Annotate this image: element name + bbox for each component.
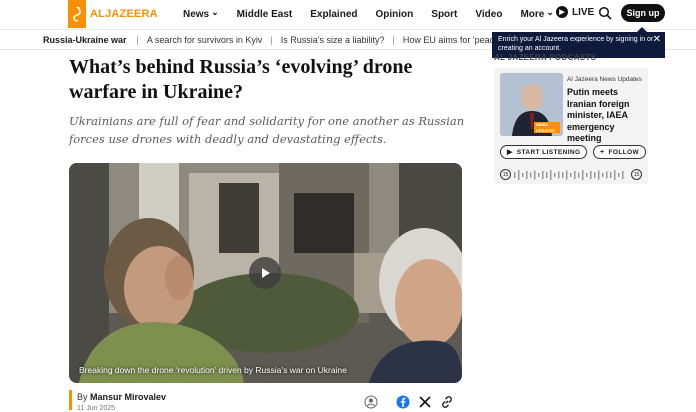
search-icon[interactable] (598, 6, 612, 20)
follow-button[interactable]: + FOLLOW (593, 145, 647, 159)
aljazeera-logo[interactable]: ALJAZEERA (68, 0, 160, 28)
start-listening-button[interactable]: ▶ START LISTENING (500, 145, 588, 159)
video-player[interactable]: Breaking down the drone ‘revolution’ dri… (69, 163, 462, 383)
top-navigation-bar: ALJAZEERA News Middle East Explained Opi… (0, 0, 696, 28)
x-twitter-icon[interactable] (418, 395, 432, 409)
article-subheading: Ukrainians are full of fear and solidari… (69, 114, 465, 146)
ticker-separator: | (392, 34, 395, 45)
video-caption: Breaking down the drone ‘revolution’ dri… (79, 365, 347, 375)
live-button[interactable]: ▶ LIVE (556, 6, 594, 18)
close-icon[interactable]: ✕ (653, 35, 661, 45)
play-icon: ▶ (556, 6, 568, 18)
nav-item-opinion[interactable]: Opinion (376, 9, 414, 20)
audio-waveform[interactable] (514, 169, 626, 181)
start-listening-label: START LISTENING (516, 148, 581, 156)
podcast-title[interactable]: Putin meets Iranian foreign minister, IA… (567, 87, 643, 145)
tooltip-text: Enrich your Al Jazeera experience by sig… (498, 36, 654, 52)
facebook-icon[interactable] (396, 395, 410, 409)
ticker-link[interactable]: A search for survivors in Kyiv (147, 35, 263, 45)
sign-up-button[interactable]: Sign up (621, 4, 665, 22)
publish-date: 11 Jun 2025 (77, 405, 116, 412)
byline-text: By Mansur Mirovalev (77, 392, 166, 402)
main-nav: News Middle East Explained Opinion Sport… (183, 0, 572, 28)
news-updates-badge: NEWS UPDATES (534, 122, 560, 133)
nav-item-news[interactable]: News (183, 9, 219, 20)
podcast-source: Al Jazeera News Updates (567, 76, 642, 83)
byline-accent-bar (69, 390, 72, 410)
live-label: LIVE (572, 6, 595, 18)
skip-back-button[interactable]: 15 (500, 169, 511, 180)
nav-item-video[interactable]: Video (475, 9, 502, 20)
nav-item-sport[interactable]: Sport (431, 9, 457, 20)
skip-forward-button[interactable]: 15 (631, 169, 642, 180)
brand-name: ALJAZEERA (90, 8, 158, 20)
podcast-card: NEWS UPDATES Al Jazeera News Updates Put… (494, 68, 648, 184)
play-icon (262, 268, 270, 278)
aljazeera-logo-mark-icon (68, 0, 86, 28)
ticker-link[interactable]: Is Russia's size a liability? (281, 35, 385, 45)
author-name[interactable]: Mansur Mirovalev (90, 392, 166, 402)
play-icon: ▶ (507, 149, 513, 156)
ticker-separator: | (136, 34, 139, 45)
ticker-separator: | (270, 34, 273, 45)
nav-item-explained[interactable]: Explained (310, 9, 357, 20)
byline-prefix: By (77, 392, 91, 402)
ticker-topic[interactable]: Russia-Ukraine war (43, 35, 127, 45)
podcast-thumbnail[interactable]: NEWS UPDATES (500, 73, 563, 136)
nav-item-more[interactable]: More (520, 9, 553, 20)
nav-item-middle-east[interactable]: Middle East (237, 9, 293, 20)
plus-icon: + (600, 148, 605, 156)
play-button[interactable] (249, 257, 281, 289)
article-headline: What’s behind Russia’s ‘evolving’ drone … (69, 56, 413, 103)
listen-icon[interactable] (364, 395, 378, 409)
copy-link-icon[interactable] (440, 395, 454, 409)
follow-label: FOLLOW (608, 148, 640, 156)
podcasts-section-label: AL JAZEERA PODCASTS (494, 53, 597, 62)
